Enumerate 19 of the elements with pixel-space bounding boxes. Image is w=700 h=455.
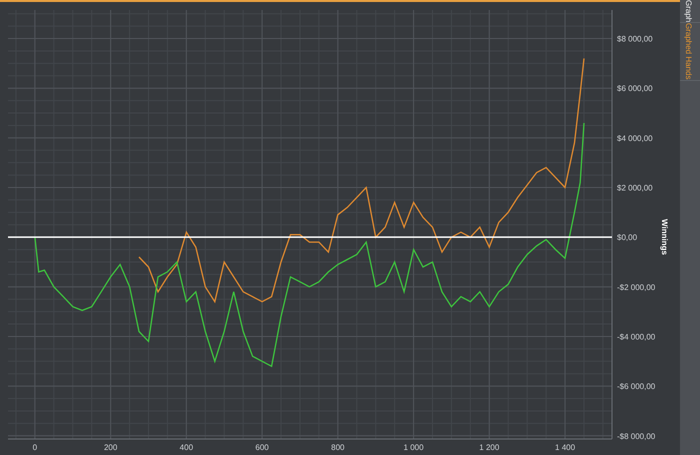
axis-label: 1 400 (555, 443, 576, 452)
axis-label: 600 (255, 443, 269, 452)
axis-label: -$8 000,00 (617, 432, 656, 441)
axis-label: $8 000,00 (617, 34, 653, 44)
axis-label: 800 (331, 443, 345, 452)
axis-label: 1 000 (404, 443, 424, 452)
axis-label: $2 000,00 (617, 184, 653, 192)
axis-label: -$6 000,00 (617, 382, 656, 392)
axis-label: -$4 000,00 (617, 332, 656, 342)
axis-label: -$2 000,00 (617, 282, 656, 292)
axis-title: Winnings (660, 219, 669, 255)
axis-label: $4 000,00 (617, 134, 653, 143)
side-tab[interactable]: Graph (680, 0, 700, 24)
axis-label: 200 (104, 443, 118, 452)
axis-label: 400 (180, 443, 194, 452)
axis-label: $0,00 (617, 233, 638, 242)
axis-label: 0 (32, 443, 38, 452)
axis-label: 1 200 (479, 443, 500, 452)
axis-label: $6 000,00 (617, 84, 653, 94)
